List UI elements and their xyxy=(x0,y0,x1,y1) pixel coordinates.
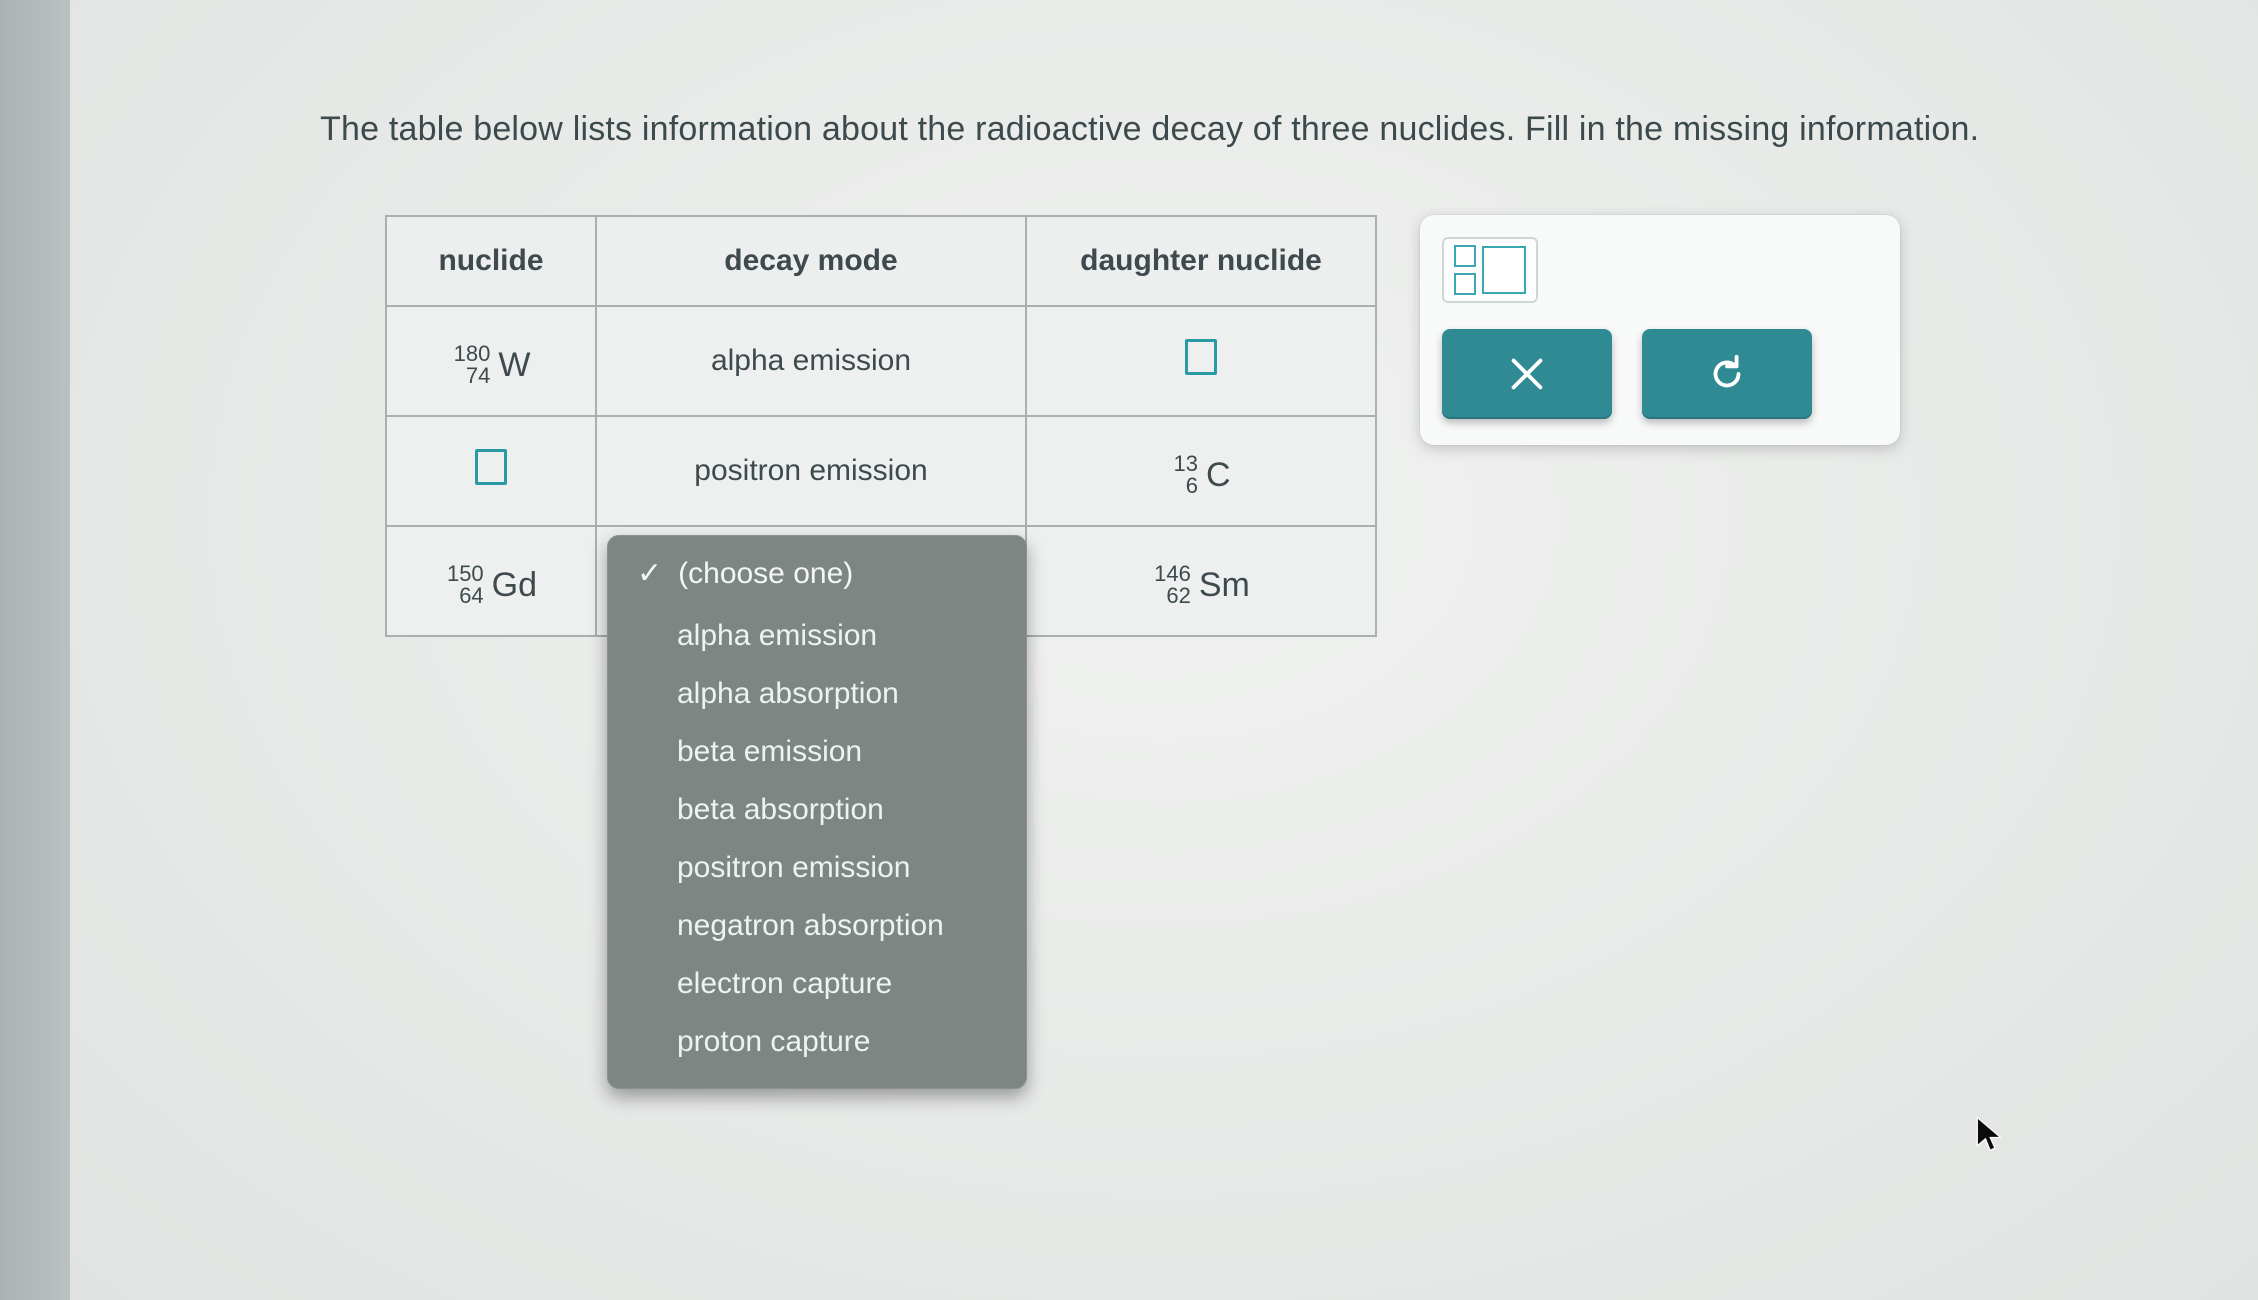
element-symbol: Sm xyxy=(1199,568,1250,602)
mass-number: 150 xyxy=(445,563,486,585)
question-prompt: The table below lists information about … xyxy=(320,110,2130,149)
mass-number: 180 xyxy=(452,343,493,365)
dropdown-option[interactable]: electron capture xyxy=(607,955,1027,1013)
dropdown-option[interactable]: proton capture xyxy=(607,1013,1027,1071)
work-area: nuclide decay mode daughter nuclide 180 … xyxy=(385,215,1377,637)
dropdown-selected[interactable]: ✓ (choose one) xyxy=(607,547,1027,607)
dropdown-option[interactable]: negatron absorption xyxy=(607,897,1027,955)
atomic-number: 6 xyxy=(1184,475,1200,497)
cell-decay-mode-dropdown[interactable]: ✓ (choose one) alpha emission alpha abso… xyxy=(596,526,1026,636)
close-icon xyxy=(1504,351,1550,397)
cell-daughter: 146 62 Sm xyxy=(1026,526,1376,636)
cell-nuclide: 180 74 W xyxy=(386,306,596,416)
decay-mode-dropdown[interactable]: ✓ (choose one) alpha emission alpha abso… xyxy=(607,535,1027,1089)
nuclide-table: nuclide decay mode daughter nuclide 180 … xyxy=(385,215,1377,637)
table-row: 150 64 Gd ✓ (choose one) alpha xyxy=(386,526,1376,636)
undo-icon xyxy=(1704,351,1750,397)
atomic-slot-icon xyxy=(1454,273,1476,295)
cell-daughter[interactable] xyxy=(1026,306,1376,416)
mass-number: 146 xyxy=(1152,563,1193,585)
cell-daughter: 13 6 C xyxy=(1026,416,1376,526)
dropdown-option[interactable]: beta absorption xyxy=(607,781,1027,839)
element-symbol: C xyxy=(1206,458,1231,492)
header-nuclide: nuclide xyxy=(386,216,596,306)
cell-decay-mode: alpha emission xyxy=(596,306,1026,416)
atomic-number: 74 xyxy=(464,365,492,387)
mass-slot-icon xyxy=(1454,245,1476,267)
table-row: positron emission 13 6 C xyxy=(386,416,1376,526)
cell-decay-mode: positron emission xyxy=(596,416,1026,526)
isotope-Gd-150: 150 64 Gd xyxy=(445,563,537,607)
dropdown-selected-label: (choose one) xyxy=(678,557,853,591)
window-edge-strip xyxy=(0,0,70,1300)
check-icon: ✓ xyxy=(637,559,662,589)
atomic-number: 62 xyxy=(1164,585,1192,607)
dropdown-option[interactable]: alpha absorption xyxy=(607,665,1027,723)
answer-toolbox xyxy=(1420,215,1900,445)
mouse-cursor-icon xyxy=(1975,1115,2003,1153)
blank-input-box[interactable] xyxy=(1185,339,1217,375)
reset-button[interactable] xyxy=(1642,329,1812,419)
header-decay: decay mode xyxy=(596,216,1026,306)
table-row: 180 74 W alpha emission xyxy=(386,306,1376,416)
atomic-number: 64 xyxy=(457,585,485,607)
question-page: The table below lists information about … xyxy=(70,0,2258,1300)
symbol-slot-icon xyxy=(1482,246,1526,294)
tool-buttons-row xyxy=(1442,329,1878,419)
cell-nuclide[interactable] xyxy=(386,416,596,526)
isotope-Sm-146: 146 62 Sm xyxy=(1152,563,1250,607)
dropdown-option[interactable]: beta emission xyxy=(607,723,1027,781)
header-daughter: daughter nuclide xyxy=(1026,216,1376,306)
element-symbol: W xyxy=(498,348,530,382)
clear-button[interactable] xyxy=(1442,329,1612,419)
isotope-template-button[interactable] xyxy=(1442,237,1878,303)
dropdown-option[interactable]: positron emission xyxy=(607,839,1027,897)
dropdown-option[interactable]: alpha emission xyxy=(607,607,1027,665)
element-symbol: Gd xyxy=(492,568,537,602)
isotope-C-13: 13 6 C xyxy=(1171,453,1230,497)
cell-nuclide: 150 64 Gd xyxy=(386,526,596,636)
blank-input-box[interactable] xyxy=(475,449,507,485)
mass-number: 13 xyxy=(1171,453,1199,475)
isotope-W-180: 180 74 W xyxy=(452,343,531,387)
